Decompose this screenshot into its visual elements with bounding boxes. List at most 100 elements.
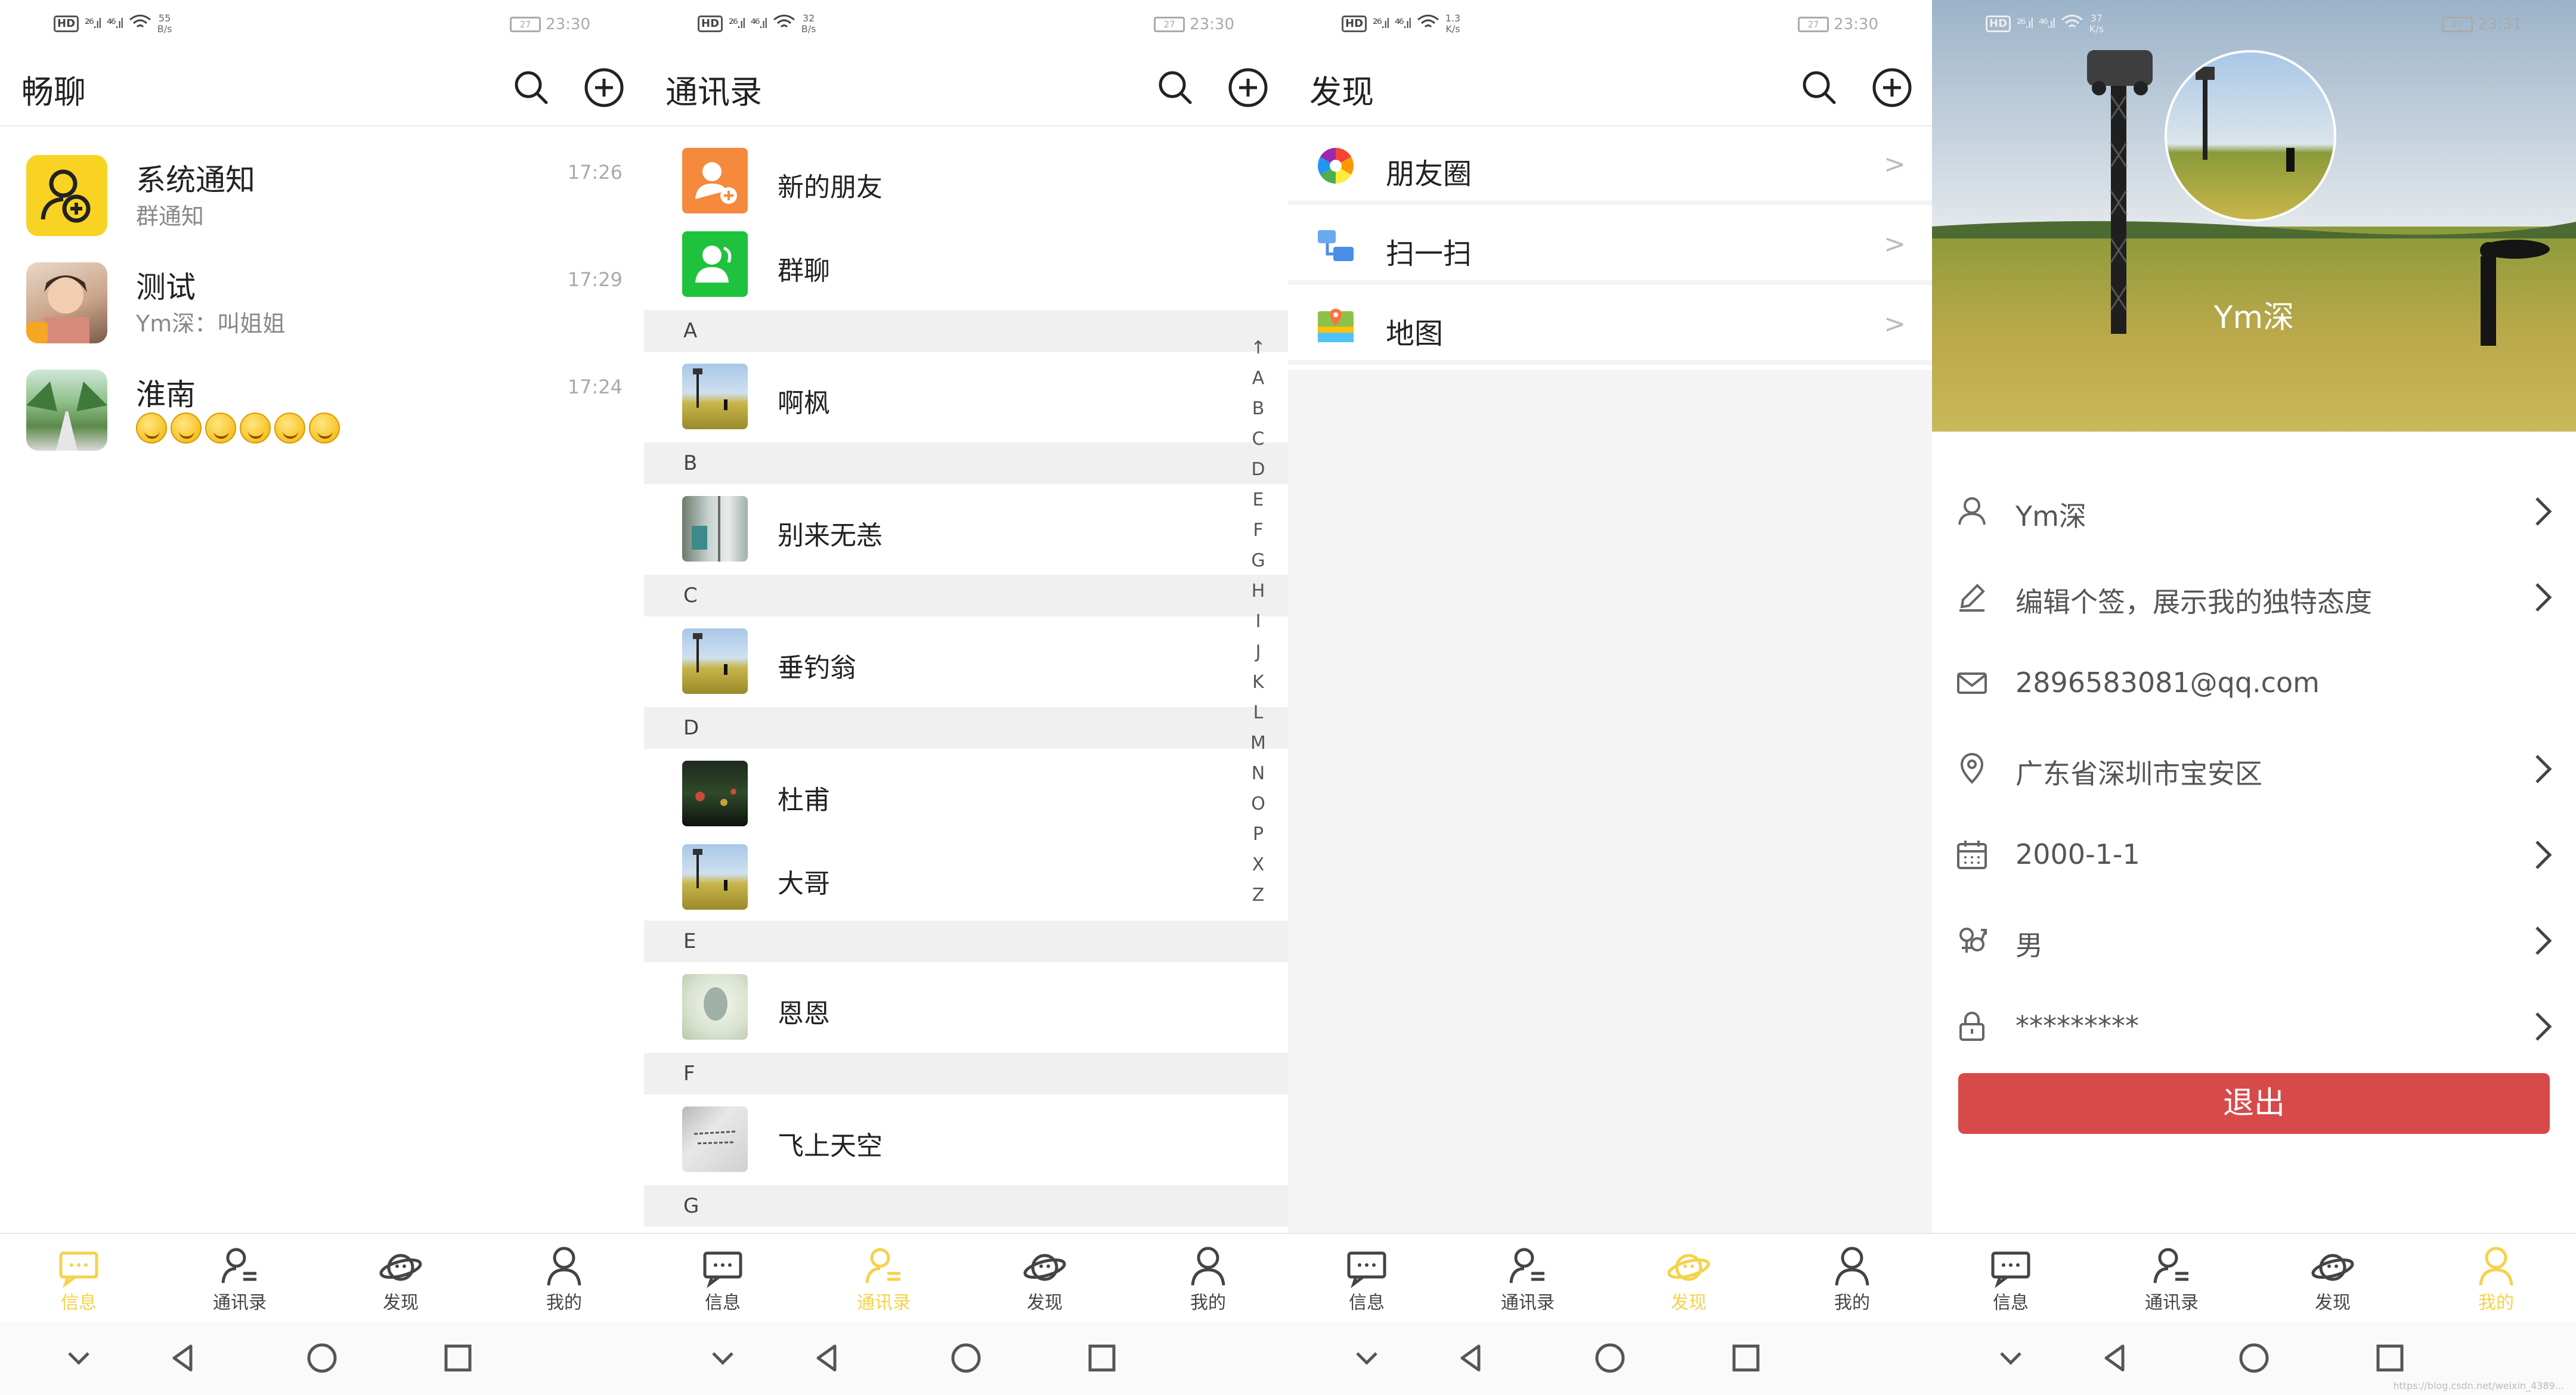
nav-messages[interactable]: 信息 — [1969, 1244, 2052, 1320]
contact-item[interactable]: 杜甫 — [644, 749, 1288, 838]
chat-preview: 群通知 — [136, 203, 205, 230]
recents-icon[interactable] — [1727, 1339, 1765, 1377]
signal-icon: ⁴⁶.ıl — [2038, 16, 2056, 32]
index-letter[interactable]: M — [1250, 728, 1266, 758]
contact-item[interactable]: 恩恩 — [644, 962, 1288, 1052]
home-icon[interactable] — [1591, 1339, 1629, 1377]
search-icon[interactable] — [510, 67, 552, 108]
hd-icon: HD — [1342, 16, 1367, 32]
index-letter[interactable]: C — [1252, 424, 1265, 454]
profile-row-email[interactable]: 2896583081@qq.com — [1932, 639, 2576, 725]
nav-contacts[interactable]: 通讯录 — [842, 1244, 925, 1320]
chat-item-huainan[interactable]: 淮南 17:24 — [0, 358, 644, 459]
index-letter[interactable]: L — [1253, 698, 1264, 728]
nav-contacts[interactable]: 通讯录 — [198, 1244, 281, 1320]
nav-contacts[interactable]: 通讯录 — [1486, 1244, 1569, 1320]
chats-screen: HD ²⁶.ıl ⁴⁶.ıl 55 B/s 27 23:30 畅聊 系统通知 群… — [0, 0, 644, 1395]
alphabet-index-bar[interactable]: ↑ A B C D E F G H I J K L M N O P X Z — [1246, 333, 1270, 910]
nav-discover[interactable]: 发现 — [2291, 1244, 2374, 1320]
chevron-right-icon — [2535, 583, 2552, 612]
status-time: 23:30 — [1834, 16, 1878, 33]
index-letter[interactable]: E — [1253, 485, 1264, 515]
profile-row-password[interactable]: ********* — [1932, 982, 2576, 1068]
contact-name: 恩恩 — [778, 999, 830, 1029]
smile-emoji-icon — [274, 413, 305, 444]
profile-row-gender[interactable]: 男 — [1932, 897, 2576, 982]
contact-item[interactable]: 飞上天空 — [644, 1095, 1288, 1184]
bottom-nav: 信息 通讯录 发现 我的 — [0, 1233, 644, 1321]
home-icon[interactable] — [2235, 1339, 2273, 1377]
index-letter[interactable]: ↑ — [1250, 333, 1265, 363]
nav-messages[interactable]: 信息 — [681, 1244, 764, 1320]
index-letter[interactable]: D — [1251, 454, 1265, 485]
index-letter[interactable]: F — [1253, 515, 1263, 545]
contact-item[interactable]: 大哥 — [644, 832, 1288, 922]
hd-icon: HD — [54, 16, 79, 32]
contact-item[interactable]: 垂钓翁 — [644, 616, 1288, 706]
index-letter[interactable]: G — [1251, 545, 1265, 576]
nav-discover[interactable]: 发现 — [359, 1244, 442, 1320]
signal-icon: ⁴⁶.ıl — [1394, 16, 1412, 32]
back-icon[interactable] — [2097, 1339, 2135, 1377]
profile-row-birthday[interactable]: 2000-1-1 — [1932, 811, 2576, 897]
nav-discover[interactable]: 发现 — [1003, 1244, 1086, 1320]
chat-item-test[interactable]: 测试 Ym深：叫姐姐 17:29 — [0, 250, 644, 352]
system-nav-bar: https://blog.csdn.net/weixin_4389... — [1932, 1321, 2576, 1395]
index-letter[interactable]: P — [1253, 819, 1264, 850]
index-letter[interactable]: Z — [1252, 880, 1265, 910]
contact-item[interactable]: 啊枫 — [644, 352, 1288, 441]
discover-item-map[interactable]: 地图 > — [1288, 287, 1932, 365]
chevron-down-icon[interactable] — [60, 1339, 98, 1377]
screens-container: HD ²⁶.ıl ⁴⁶.ıl 55 B/s 27 23:30 畅聊 系统通知 群… — [0, 0, 2576, 1395]
profile-row-nickname[interactable]: Ym深 — [1932, 467, 2576, 553]
recents-icon[interactable] — [439, 1339, 477, 1377]
chevron-down-icon[interactable] — [704, 1339, 742, 1377]
chevron-down-icon[interactable] — [1348, 1339, 1386, 1377]
profile-row-location[interactable]: 广东省深圳市宝安区 — [1932, 725, 2576, 811]
status-bar: HD ²⁶.ıl ⁴⁶.ıl 37 K/s 27 23:31 — [1932, 0, 2576, 50]
nav-me[interactable]: 我的 — [2454, 1244, 2538, 1320]
index-letter[interactable]: X — [1252, 850, 1265, 880]
chat-item-system[interactable]: 系统通知 群通知 17:26 — [0, 143, 644, 244]
add-circle-icon[interactable] — [583, 67, 625, 108]
contact-group-chat[interactable]: 群聊 — [644, 219, 1288, 309]
recents-icon[interactable] — [2371, 1339, 2409, 1377]
index-letter[interactable]: J — [1256, 637, 1261, 667]
index-letter[interactable]: I — [1256, 606, 1261, 637]
section-header: A — [644, 310, 1288, 352]
avatar[interactable] — [2165, 50, 2336, 222]
nav-discover[interactable]: 发现 — [1647, 1244, 1730, 1320]
pencil-icon — [1959, 584, 1985, 612]
discover-item-moments[interactable]: 朋友圈 > — [1288, 128, 1932, 205]
add-circle-icon[interactable] — [1227, 67, 1269, 108]
chevron-right-icon: > — [1884, 229, 1906, 259]
contact-new-friends[interactable]: 新的朋友 — [644, 136, 1288, 225]
index-letter[interactable]: B — [1252, 393, 1265, 424]
nav-me[interactable]: 我的 — [522, 1244, 606, 1320]
recents-icon[interactable] — [1083, 1339, 1121, 1377]
index-letter[interactable]: K — [1252, 667, 1264, 698]
nav-contacts[interactable]: 通讯录 — [2130, 1244, 2213, 1320]
index-letter[interactable]: A — [1252, 363, 1265, 393]
profile-row-signature[interactable]: 编辑个签，展示我的独特态度 — [1932, 553, 2576, 639]
nav-me[interactable]: 我的 — [1810, 1244, 1894, 1320]
logout-button[interactable]: 退出 — [1958, 1073, 2550, 1134]
system-nav-bar — [1288, 1321, 1932, 1395]
index-letter[interactable]: N — [1252, 758, 1265, 789]
home-icon[interactable] — [947, 1339, 985, 1377]
nav-messages[interactable]: 信息 — [1325, 1244, 1408, 1320]
nav-me[interactable]: 我的 — [1166, 1244, 1250, 1320]
index-letter[interactable]: O — [1251, 789, 1265, 819]
discover-item-scan[interactable]: 扫一扫 > — [1288, 207, 1932, 285]
back-icon[interactable] — [1453, 1339, 1491, 1377]
home-icon[interactable] — [303, 1339, 341, 1377]
search-icon[interactable] — [1798, 67, 1840, 108]
back-icon[interactable] — [165, 1339, 203, 1377]
contact-item[interactable]: 别来无恙 — [644, 484, 1288, 574]
back-icon[interactable] — [809, 1339, 847, 1377]
nav-messages[interactable]: 信息 — [37, 1244, 120, 1320]
index-letter[interactable]: H — [1252, 576, 1265, 606]
chevron-down-icon[interactable] — [1992, 1339, 2030, 1377]
search-icon[interactable] — [1154, 67, 1196, 108]
add-circle-icon[interactable] — [1871, 67, 1913, 108]
